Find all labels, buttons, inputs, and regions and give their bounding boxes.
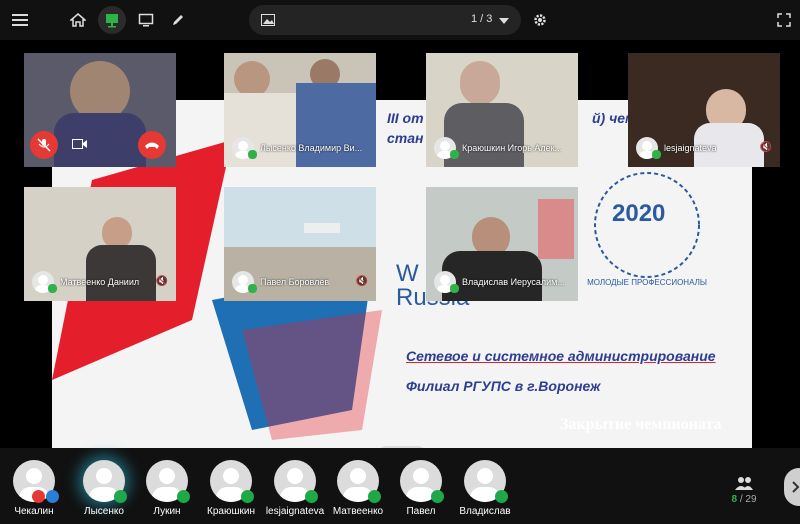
camera-on-indicator [450, 150, 459, 159]
camera-badge-icon [495, 490, 508, 503]
participant-lukin[interactable]: Лукин [137, 460, 197, 522]
muted-mic-icon: 🔇 [759, 142, 772, 153]
room-shape [538, 199, 574, 259]
participant-name: Лукин [153, 506, 181, 517]
fullscreen-icon [777, 13, 791, 27]
participants-bar: Чекалин Лысенко Лукин Краюшкин lesjaigna… [0, 448, 800, 524]
participant-name: Владислав [459, 506, 511, 517]
hang-up-icon [145, 142, 159, 149]
screen-share-button[interactable] [132, 6, 160, 34]
camera-on-indicator [248, 284, 257, 293]
video-tile[interactable]: lesjaignateva 🔇 [628, 53, 780, 167]
video-tile[interactable]: Краюшкин Игорь Алек... [426, 53, 578, 167]
participant-name: Павел Боровлёв [260, 277, 330, 287]
camera-on-indicator [450, 284, 459, 293]
camera-badge-icon [431, 490, 444, 503]
home-button[interactable] [64, 6, 92, 34]
participant-name: lesjaignateva [664, 143, 717, 153]
body-shape [296, 83, 376, 167]
image-icon [261, 14, 275, 26]
settings-button[interactable] [526, 6, 554, 34]
camera-icon [72, 139, 87, 149]
slide-line-1: Сетевое и системное администрирование [406, 348, 716, 364]
slide-selector[interactable]: 1 / 3 [249, 5, 521, 35]
muted-mic-icon: 🔇 [355, 276, 368, 287]
video-tile-self[interactable] [24, 53, 176, 167]
slide-line-2: Филиал РГУПС в г.Воронеж [406, 378, 601, 394]
gear-icon [534, 14, 546, 26]
participant-lesjaignateva[interactable]: lesjaignateva [265, 460, 325, 522]
participant-name: Лысенко Владимир Ви... [260, 143, 363, 153]
body-shape [54, 113, 146, 167]
pen-icon [173, 15, 183, 25]
end-call-button[interactable] [138, 131, 166, 159]
slide-badge-text: МОЛОДЫЕ ПРОФЕССИОНАЛЫ [587, 278, 707, 287]
video-tile[interactable]: Матвеенко Даниил 🔇 [24, 187, 176, 301]
face-shape [70, 61, 130, 121]
camera-on-indicator [48, 284, 57, 293]
camera-badge-icon [305, 490, 318, 503]
mute-mic-button[interactable] [30, 131, 58, 159]
slide-badge-year: 2020 [612, 200, 666, 227]
video-tile[interactable]: Павел Боровлёв 🔇 [224, 187, 376, 301]
room-shape [304, 223, 340, 233]
face-shape [234, 61, 270, 97]
participant-name: Краюшкин Игорь Алек... [462, 143, 563, 153]
camera-on-indicator [248, 150, 257, 159]
participant-name: Павел [406, 506, 436, 517]
home-icon [70, 13, 86, 27]
body-shape [442, 251, 542, 301]
participant-chekalin[interactable]: Чекалин [4, 460, 64, 522]
crown-icon [46, 490, 59, 503]
chevron-right-icon [792, 481, 800, 493]
menu-button[interactable] [6, 6, 34, 34]
slide-partial-text: стан [387, 130, 424, 146]
next-participants-button[interactable] [784, 468, 800, 506]
participant-name: Лысенко [84, 506, 124, 517]
slide-caption: Закрытие чемпионата [560, 416, 722, 433]
camera-badge-icon [177, 490, 190, 503]
camera-badge-icon [368, 490, 381, 503]
participant-name: Чекалин [14, 506, 54, 517]
top-toolbar: 1 / 3 [0, 0, 800, 40]
participant-lysenko[interactable]: Лысенко [74, 460, 134, 522]
face-shape [460, 61, 500, 105]
presentation-button[interactable] [98, 6, 126, 34]
participant-name: Краюшкин [207, 506, 255, 517]
people-icon [735, 477, 753, 490]
participant-name: Владислав Иерусалим... [462, 277, 565, 287]
participant-name: Матвеенко [332, 506, 384, 517]
conference-stage: III от й) чем стан W Russia 2020 МОЛОДЫЕ… [0, 40, 800, 448]
camera-badge-icon [241, 490, 254, 503]
hamburger-icon [12, 14, 28, 26]
participants-count: 8 / 29 [724, 494, 764, 505]
camera-button[interactable] [72, 137, 88, 155]
whiteboard-button[interactable] [164, 6, 192, 34]
flag-badge [32, 490, 45, 503]
mic-off-icon [37, 138, 51, 152]
participant-matveenko[interactable]: Матвеенко [328, 460, 388, 522]
chevron-down-icon [499, 18, 509, 24]
participant-krayushkin[interactable]: Краюшкин [201, 460, 261, 522]
participants-counter-button[interactable]: 8 / 29 [724, 474, 764, 514]
total-count: 29 [745, 494, 757, 505]
participant-vladislav[interactable]: Владислав [455, 460, 515, 522]
presentation-icon [106, 14, 118, 28]
video-tile[interactable]: Владислав Иерусалим... [426, 187, 578, 301]
slide-counter: 1 / 3 [471, 13, 493, 25]
participant-name: Матвеенко Даниил [60, 277, 140, 287]
monitor-icon [138, 13, 154, 27]
participant-name: lesjaignateva [265, 506, 325, 517]
fullscreen-button[interactable] [770, 6, 798, 34]
participant-pavel[interactable]: Павел [391, 460, 451, 522]
muted-mic-icon: 🔇 [155, 276, 168, 287]
camera-on-indicator [652, 150, 661, 159]
camera-badge-icon [114, 490, 127, 503]
body-shape [86, 245, 156, 301]
slide-partial-text: III от [387, 110, 424, 126]
video-tile[interactable]: Лысенко Владимир Ви... [224, 53, 376, 167]
